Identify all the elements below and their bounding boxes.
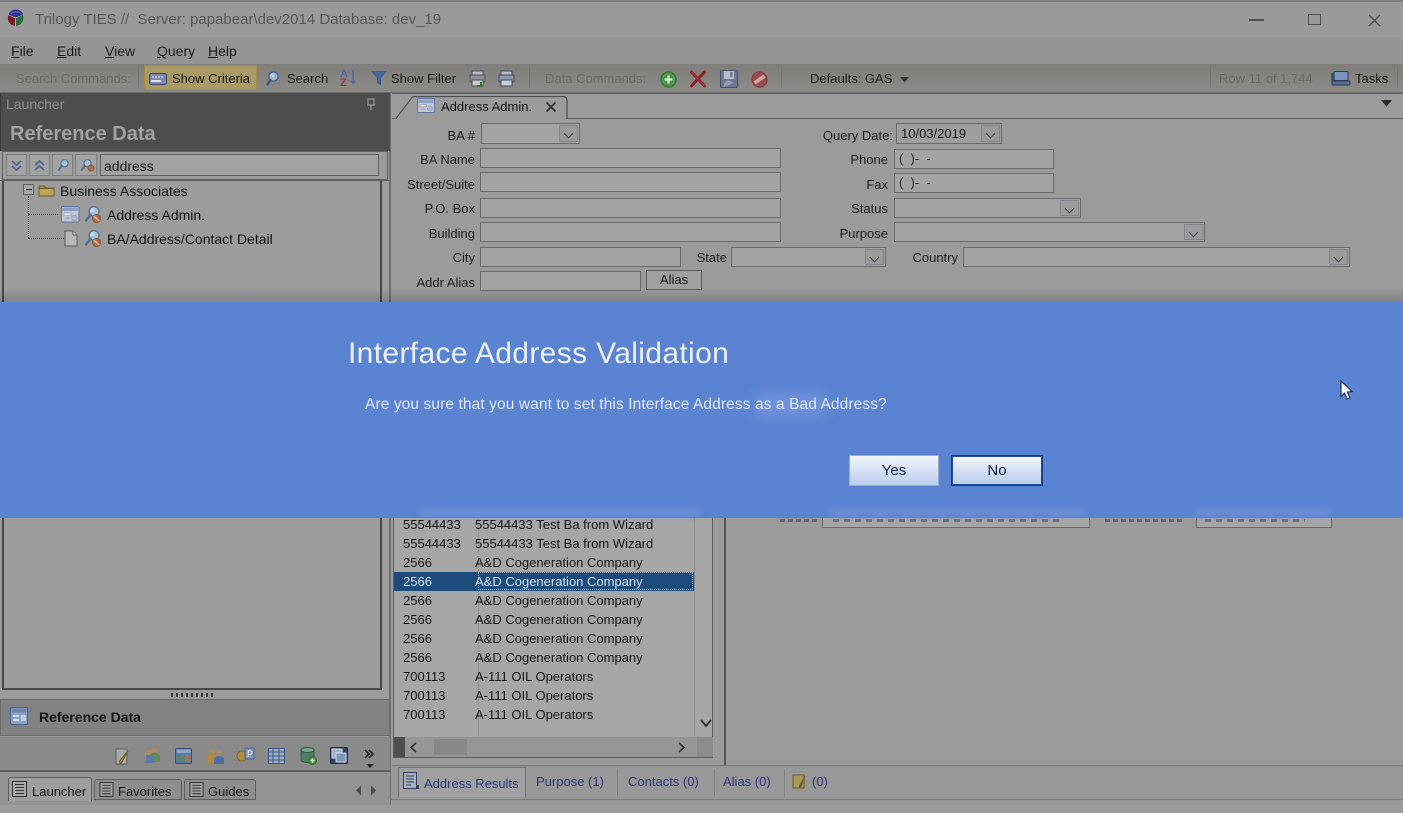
svg-text:P: P <box>247 749 253 759</box>
